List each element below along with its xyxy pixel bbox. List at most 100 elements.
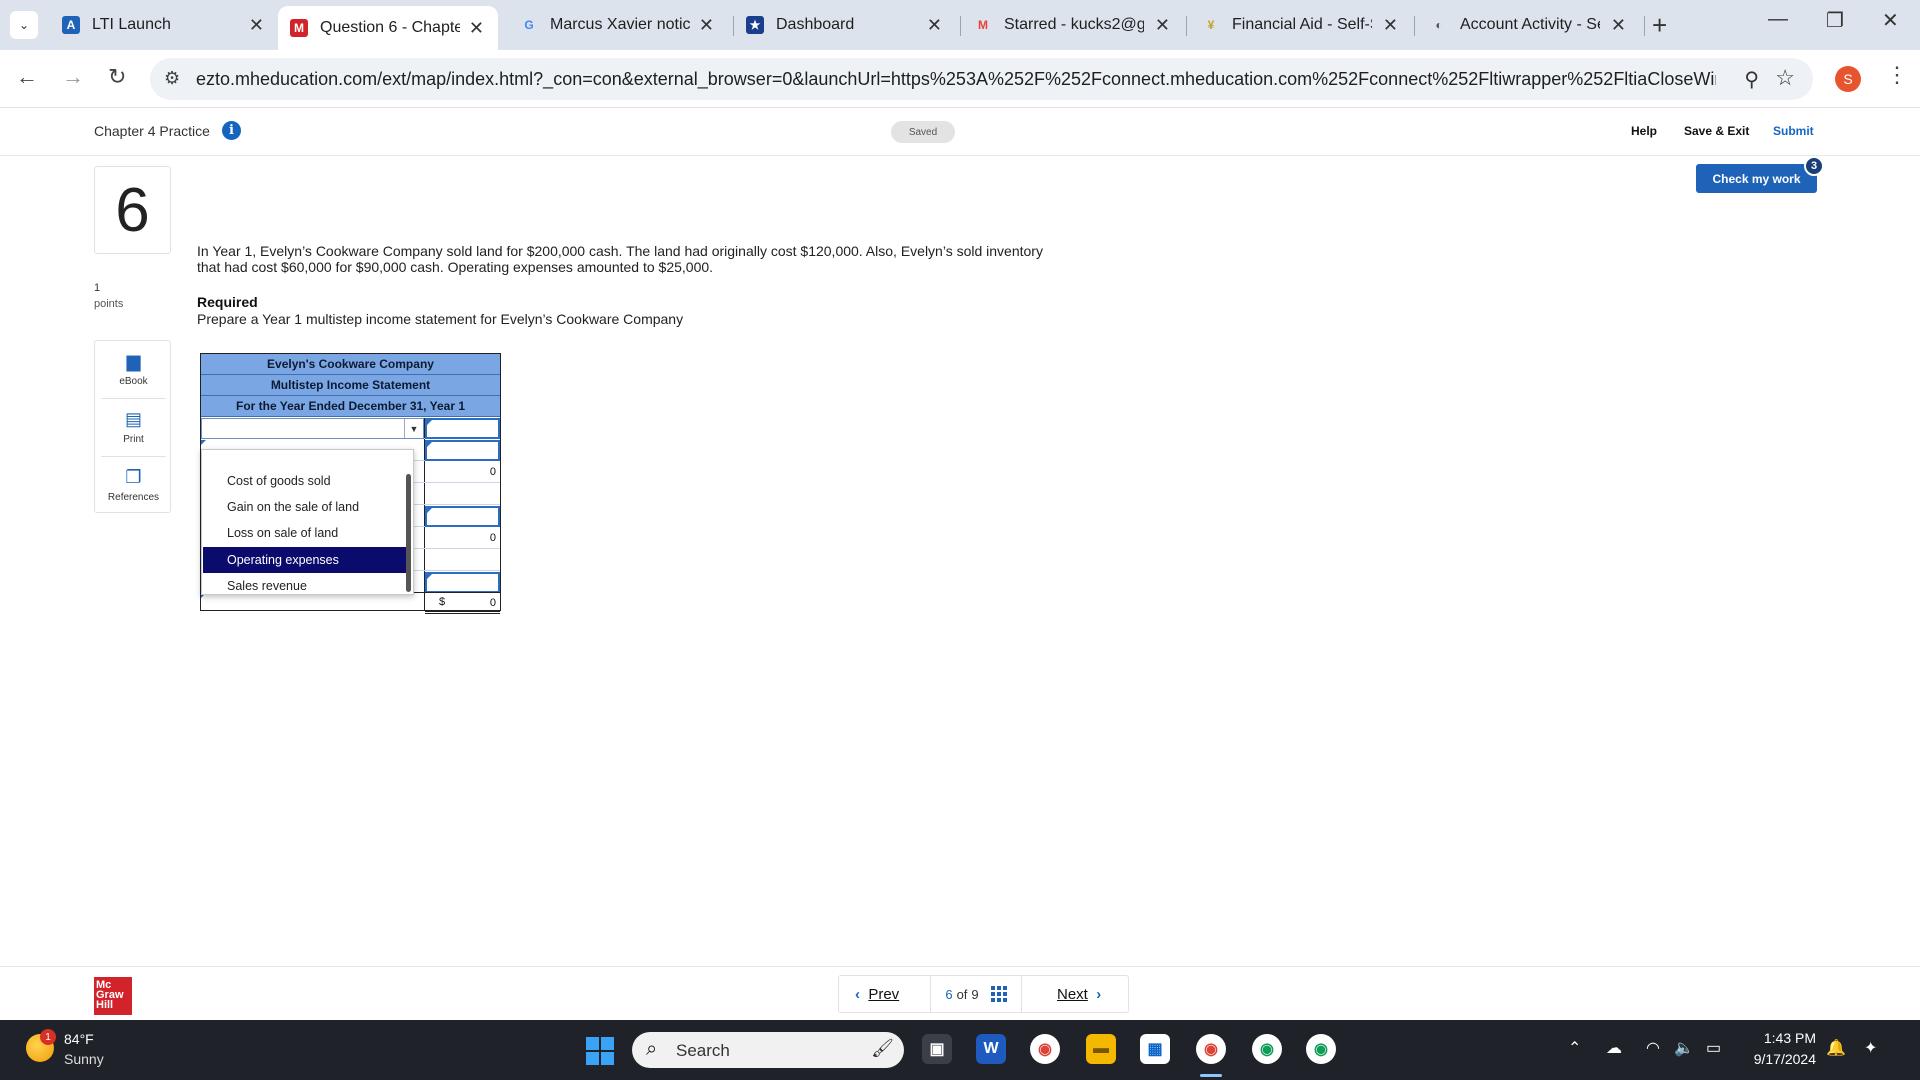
dropdown-option[interactable]: Cost of goods sold <box>203 468 406 494</box>
amount-input[interactable] <box>425 506 500 527</box>
table-row: ▼ <box>201 418 500 439</box>
zoom-magnifier-icon[interactable]: ⚲ <box>1744 67 1759 92</box>
amount-input[interactable] <box>425 572 500 593</box>
profile-avatar[interactable]: S <box>1835 66 1861 92</box>
financial-aid-favicon-icon: ¥ <box>1207 18 1215 32</box>
close-icon[interactable]: ✕ <box>1155 15 1170 36</box>
ebook-button[interactable]: ▆ eBook <box>95 341 172 397</box>
close-icon[interactable]: ✕ <box>927 15 942 36</box>
volume-icon[interactable]: 🔈 <box>1674 1038 1694 1058</box>
dropdown-option[interactable]: Sales revenue <box>203 573 406 599</box>
amount-input[interactable] <box>425 440 500 461</box>
chrome-profile-icon[interactable]: ◉ <box>1196 1034 1226 1064</box>
grid-icon <box>990 986 1007 1002</box>
save-exit-link[interactable]: Save & Exit <box>1684 124 1749 138</box>
weather-condition[interactable]: Sunny <box>64 1051 104 1067</box>
question-navigator[interactable]: 6 of 9 <box>930 976 1022 1012</box>
chevron-down-icon: ⌄ <box>18 18 30 32</box>
bookmark-star-icon[interactable]: ☆ <box>1775 65 1795 91</box>
print-button[interactable]: ▤ Print <box>95 399 172 455</box>
task-view-icon[interactable]: ▣ <box>922 1034 952 1064</box>
browser-tab-bar: ⌄ A LTI Launch ✕ M Question 6 - Chapter … <box>0 0 1920 50</box>
url-text[interactable]: ezto.mheducation.com/ext/map/index.html?… <box>196 69 1716 90</box>
amount-cell[interactable] <box>425 550 500 571</box>
tab-title: LTI Launch <box>92 16 171 33</box>
account-select[interactable]: ▼ <box>201 418 424 439</box>
amount-input[interactable] <box>425 418 500 439</box>
wifi-icon[interactable]: ◠ <box>1646 1038 1660 1058</box>
minimize-icon[interactable]: — <box>1768 8 1788 31</box>
tab-separator <box>1186 16 1187 36</box>
dropdown-option-highlighted[interactable]: Operating expenses <box>203 547 406 573</box>
close-icon[interactable]: ✕ <box>1611 15 1626 36</box>
dropdown-option[interactable]: Gain on the sale of land <box>203 494 406 520</box>
restore-icon[interactable]: ❐ <box>1826 8 1844 33</box>
notification-bell-icon[interactable]: 🔔 <box>1826 1038 1846 1058</box>
clock-time[interactable]: 1:43 PM <box>1740 1030 1816 1046</box>
info-icon[interactable]: i <box>222 121 241 140</box>
tab-marcus-xavier[interactable]: G Marcus Xavier notice ✕ <box>508 6 728 44</box>
tab-dashboard[interactable]: ★ Dashboard ✕ <box>734 6 956 44</box>
microsoft-store-icon[interactable]: ▦ <box>1140 1034 1170 1064</box>
weather-temperature[interactable]: 84°F <box>64 1031 94 1047</box>
next-button[interactable]: Next › <box>1057 986 1101 1003</box>
tab-title: Account Activity - Se <box>1460 16 1600 33</box>
chevron-down-icon[interactable]: ▼ <box>404 419 423 438</box>
check-my-work-button[interactable]: Check my work <box>1696 164 1817 193</box>
forward-arrow-icon[interactable]: → <box>62 64 84 90</box>
amount-cell[interactable] <box>425 484 500 505</box>
onedrive-cloud-icon[interactable]: ☁ <box>1606 1038 1622 1058</box>
dropdown-option[interactable]: Loss on sale of land <box>203 520 406 546</box>
close-icon[interactable]: ✕ <box>699 15 714 36</box>
globe-favicon-icon: ◐ <box>1435 18 1443 32</box>
taskbar-search[interactable]: ⌕ Search 🖌 <box>632 1032 904 1068</box>
dropdown-scrollbar[interactable] <box>406 474 411 592</box>
gmail-favicon-icon: M <box>978 18 988 32</box>
word-icon[interactable]: W <box>976 1034 1006 1064</box>
close-icon[interactable]: ✕ <box>469 18 484 39</box>
tab-account-activity[interactable]: ◐ Account Activity - Se ✕ <box>1418 6 1640 44</box>
browser-menu-icon[interactable]: ⋮ <box>1886 62 1908 88</box>
search-icon: ⌕ <box>646 1038 658 1060</box>
chrome-profile-c-icon[interactable]: ◉ <box>1252 1034 1282 1064</box>
cell-flag <box>427 420 432 425</box>
chrome-icon[interactable]: ◉ <box>1030 1034 1060 1064</box>
reload-icon[interactable]: ↻ <box>108 64 126 90</box>
windows-start-icon[interactable] <box>586 1037 614 1065</box>
submit-link[interactable]: Submit <box>1773 124 1814 138</box>
dashboard-favicon-icon: ★ <box>746 16 764 34</box>
chapter-title: Chapter 4 Practice <box>94 123 210 139</box>
back-arrow-icon[interactable]: ← <box>16 64 38 90</box>
google-favicon-icon: G <box>524 18 534 32</box>
lti-favicon-icon: A <box>62 16 80 34</box>
weather-notification-badge: 1 <box>40 1029 56 1045</box>
tab-question-6[interactable]: M Question 6 - Chapter ✕ <box>278 6 498 50</box>
tab-separator <box>960 16 961 36</box>
tab-list-button[interactable]: ⌄ <box>10 11 38 39</box>
tab-lti-launch[interactable]: A LTI Launch ✕ <box>50 6 278 44</box>
tab-financial-aid[interactable]: ¥ Financial Aid - Self-S ✕ <box>1190 6 1412 44</box>
chevron-left-icon: ‹ <box>855 986 860 1003</box>
chrome-profile-k-icon[interactable]: ◉ <box>1306 1034 1336 1064</box>
site-settings-icon[interactable]: ⚙ <box>164 68 180 89</box>
file-explorer-icon[interactable]: ▬ <box>1086 1034 1116 1064</box>
battery-icon[interactable]: ▭ <box>1706 1038 1721 1058</box>
close-icon[interactable]: ✕ <box>249 15 264 36</box>
tab-gmail-starred[interactable]: M Starred - kucks2@gn ✕ <box>962 6 1184 44</box>
clock-date[interactable]: 9/17/2024 <box>1740 1051 1816 1067</box>
assignment-footer: Mc Graw Hill ‹ Prev 6 of 9 Next › <box>0 966 1920 1020</box>
book-icon: ▆ <box>126 351 141 371</box>
prev-button[interactable]: ‹ Prev <box>855 986 899 1003</box>
help-link[interactable]: Help <box>1631 124 1657 138</box>
close-icon[interactable]: ✕ <box>1383 15 1398 36</box>
references-button[interactable]: ❐ References <box>95 457 172 513</box>
window-close-icon[interactable]: ✕ <box>1882 8 1899 33</box>
tab-title: Starred - kucks2@gn <box>1004 16 1144 33</box>
chevron-up-icon[interactable]: ⌃ <box>1568 1038 1581 1058</box>
copilot-icon[interactable]: ✦ <box>1864 1038 1877 1058</box>
net-income-value: 0 <box>489 597 496 609</box>
copy-icon: ❐ <box>125 467 142 487</box>
new-tab-plus-icon[interactable]: + <box>1652 10 1667 41</box>
url-omnibox[interactable]: ⚙ ezto.mheducation.com/ext/map/index.htm… <box>150 58 1813 100</box>
account-dropdown-list: Cost of goods sold Gain on the sale of l… <box>201 449 414 595</box>
